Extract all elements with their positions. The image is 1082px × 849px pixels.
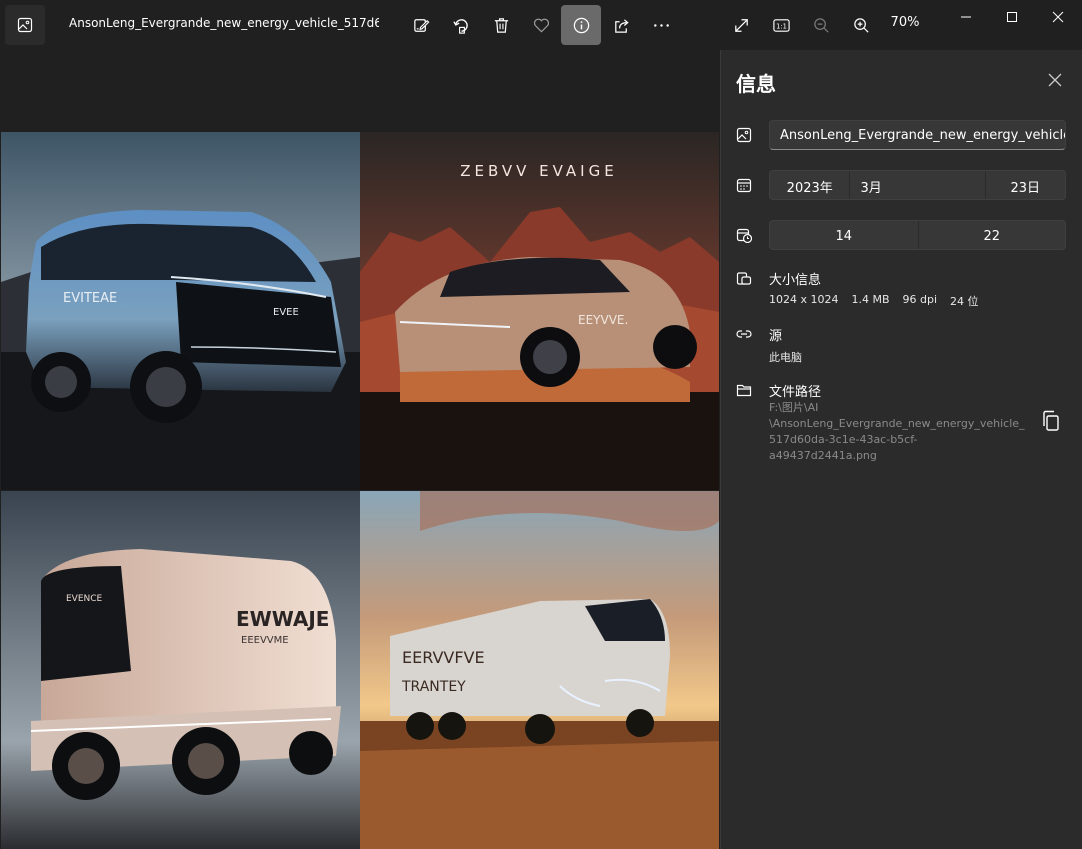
fullscreen-icon — [734, 18, 748, 32]
folder-icon — [736, 382, 754, 400]
calendar-icon — [736, 177, 754, 195]
time-minute[interactable]: 22 — [919, 221, 1066, 251]
close-icon — [1052, 11, 1064, 23]
file-path-line: F:\图片\AI — [769, 401, 819, 414]
pod-side-sublettering: EEEVVME — [241, 635, 289, 646]
size-info-values: 1024 x 1024 1.4 MB 96 dpi 24 位 — [769, 293, 979, 309]
minimize-button[interactable] — [943, 0, 989, 34]
copy-icon — [1043, 410, 1059, 431]
suv-side-lettering: EEYVVE. — [578, 313, 628, 327]
edit-button[interactable] — [401, 5, 441, 45]
window-title: AnsonLeng_Evergrande_new_energy_vehicle_… — [69, 16, 379, 30]
size-info-icon — [736, 270, 754, 288]
truck-side-lettering: EERVVFVE — [402, 648, 485, 667]
zoom-out-icon — [813, 17, 829, 33]
date-month[interactable]: 3月 — [850, 171, 984, 201]
date-day[interactable]: 23日 — [986, 171, 1065, 201]
file-path[interactable]: F:\图片\AI \AnsonLeng_Evergrande_new_energ… — [769, 400, 1025, 464]
rotate-button[interactable] — [441, 5, 481, 45]
image-dpi: 96 dpi — [902, 293, 938, 306]
date-year[interactable]: 2023年 — [770, 171, 849, 201]
size-info-label: 大小信息 — [769, 273, 822, 288]
source-label: 源 — [769, 329, 783, 344]
date-picker[interactable]: 2023年 3月 23日 — [769, 170, 1066, 200]
image-tile-blue-van: EVITEAE EVEE — [1, 132, 360, 490]
close-panel-button[interactable] — [1047, 72, 1063, 88]
minimize-icon — [961, 16, 971, 18]
share-icon — [614, 18, 629, 33]
zoom-in-button[interactable] — [841, 5, 881, 45]
clock-calendar-icon — [736, 227, 754, 245]
link-icon — [736, 326, 754, 344]
source-value: 此电脑 — [769, 351, 802, 364]
image-tile-pod-vehicle: EVENCE EWWAJE EEEVVME — [1, 491, 360, 849]
image-headline-lettering: ZEBVV EVAIGE — [460, 162, 617, 180]
bit-depth: 24 位 — [950, 295, 979, 308]
time-picker[interactable]: 14 22 — [769, 220, 1066, 250]
time-hour[interactable]: 14 — [770, 221, 918, 251]
image-grid: EVITEAE EVEE ZEBVV EVAIGE EEYVVE. EVENCE… — [1, 132, 719, 849]
close-icon — [1048, 73, 1062, 87]
filename-field[interactable]: AnsonLeng_Evergrande_new_energy_vehicle_ — [769, 120, 1066, 150]
info-button[interactable] — [561, 5, 601, 45]
image-icon — [736, 127, 754, 145]
image-dimensions: 1024 x 1024 — [769, 293, 839, 306]
delete-button[interactable] — [481, 5, 521, 45]
image-icon — [17, 17, 33, 33]
zoom-level[interactable]: 70% — [880, 15, 930, 30]
fullscreen-button[interactable] — [721, 5, 761, 45]
delete-icon — [494, 17, 508, 33]
actual-size-icon: 1:1 — [772, 18, 790, 32]
image-tile-sunset-truck: EERVVFVE TRANTEY — [360, 491, 719, 849]
image-viewer[interactable]: EVITEAE EVEE ZEBVV EVAIGE EEYVVE. EVENCE… — [0, 50, 720, 849]
file-path-line: 517d60da-3c1e-43ac-b5cf- — [769, 433, 918, 446]
rotate-icon — [452, 18, 468, 34]
van-side-lettering: EVITEAE — [63, 291, 117, 306]
more-button[interactable] — [641, 5, 681, 45]
copy-path-button[interactable] — [1041, 410, 1061, 432]
maximize-button[interactable] — [989, 0, 1035, 34]
panel-title: 信息 — [736, 72, 776, 96]
svg-text:1:1: 1:1 — [776, 22, 787, 30]
file-path-label: 文件路径 — [769, 385, 822, 400]
image-tile-desert-suv: ZEBVV EVAIGE EEYVVE. — [360, 132, 719, 490]
more-icon — [653, 23, 669, 27]
share-button[interactable] — [601, 5, 641, 45]
pod-side-lettering: EWWAJE — [236, 607, 329, 631]
truck-side-sublettering: TRANTEY — [401, 679, 466, 695]
info-panel: 信息 AnsonLeng_Evergrande_new_energy_vehic… — [720, 50, 1082, 849]
van-front-lettering: EVEE — [273, 307, 299, 318]
photos-app-icon[interactable] — [5, 5, 45, 45]
actual-size-button[interactable]: 1:1 — [761, 5, 801, 45]
heart-icon — [533, 18, 549, 33]
close-window-button[interactable] — [1035, 0, 1081, 34]
file-path-line: \AnsonLeng_Evergrande_new_energy_vehicle… — [769, 417, 1025, 430]
file-path-line: a49437d2441a.png — [769, 449, 877, 462]
edit-icon — [413, 18, 429, 32]
maximize-icon — [1007, 12, 1017, 22]
file-size: 1.4 MB — [851, 293, 890, 306]
pod-badge-lettering: EVENCE — [66, 594, 103, 604]
info-icon — [573, 17, 589, 33]
zoom-in-icon — [853, 17, 869, 33]
favorite-button[interactable] — [521, 5, 561, 45]
zoom-out-button[interactable] — [801, 5, 841, 45]
title-bar: AnsonLeng_Evergrande_new_energy_vehicle_… — [0, 0, 1082, 50]
